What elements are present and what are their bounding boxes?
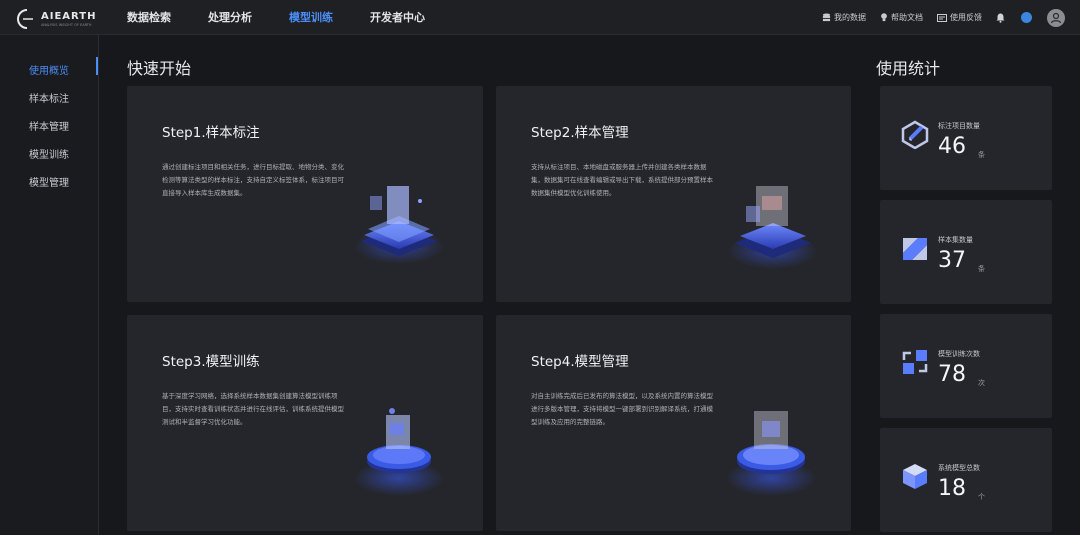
user-icon [1050, 12, 1062, 23]
main-nav: 数据检索 处理分析 模型训练 开发者中心 [127, 0, 462, 35]
sidebar-item-sample-management[interactable]: 样本管理 [29, 118, 69, 133]
step4-title: Step4.模型管理 [531, 354, 629, 370]
step4-description: 对自主训练完成后已发布的算法模型，以及系统内置的算法模型进行多版本管理，支持将模… [531, 392, 713, 426]
sample-set-icon [903, 238, 927, 260]
stat-label: 样本集数量 [938, 236, 973, 244]
step3-title: Step3.模型训练 [162, 354, 260, 370]
feedback-link[interactable]: 使用反馈 [937, 12, 982, 23]
nav-analysis[interactable]: 处理分析 [208, 0, 252, 35]
lightbulb-icon [881, 13, 887, 22]
language-globe-icon[interactable] [1021, 12, 1032, 23]
step2-description: 支持从标注项目、本地磁盘或服务器上传并创建各类样本数据集，数据集可在线查看编辑或… [531, 163, 713, 197]
nav-data-search[interactable]: 数据检索 [127, 0, 171, 35]
sidebar: 使用概览 样本标注 样本管理 模型训练 模型管理 [0, 35, 99, 535]
model-management-illustration-icon [726, 411, 816, 496]
stat-value: 46 [938, 134, 966, 159]
sample-management-illustration-icon [728, 186, 818, 269]
stat-label: 模型训练次数 [938, 350, 980, 358]
help-docs-label: 帮助文档 [891, 13, 923, 22]
step2-card[interactable]: Step2.样本管理 支持从标注项目、本地磁盘或服务器上传并创建各类样本数据集，… [496, 86, 851, 302]
my-data-link[interactable]: 我的数据 [822, 12, 866, 23]
step3-description: 基于深度学习网络，选择系统样本数据集创建算法模型训练项目，支持实时查看训练状态并… [162, 392, 344, 426]
nav-developer-center[interactable]: 开发者中心 [370, 0, 425, 35]
quickstart-title: 快速开始 [127, 59, 192, 78]
stat-label: 系统模型总数 [938, 464, 980, 472]
step1-card[interactable]: Step1.样本标注 通过创建标注项目和相关任务，进行目标提取、地物分类、变化检… [127, 86, 483, 302]
stat-card-sample-set: 样本集数量 37 条 [880, 200, 1052, 304]
sidebar-item-annotation[interactable]: 样本标注 [29, 90, 69, 105]
logo-subtitle: ANALYSIS INSIGHT OF EARTH [41, 23, 92, 27]
sidebar-active-indicator [96, 57, 98, 75]
user-avatar[interactable] [1047, 8, 1065, 27]
annotation-illustration-icon [354, 186, 444, 264]
stat-unit: 条 [978, 265, 985, 273]
database-icon [822, 13, 831, 22]
my-data-label: 我的数据 [834, 13, 866, 22]
stat-card-system-models: 系统模型总数 18 个 [880, 428, 1052, 532]
feedback-label: 使用反馈 [950, 13, 982, 22]
step1-description: 通过创建标注项目和相关任务，进行目标提取、地物分类、变化检测等算法类型的样本标注… [162, 163, 344, 197]
step3-card[interactable]: Step3.模型训练 基于深度学习网络，选择系统样本数据集创建算法模型训练项目，… [127, 315, 483, 531]
sidebar-item-model-training[interactable]: 模型训练 [29, 146, 69, 161]
stat-card-training: 模型训练次数 78 次 [880, 314, 1052, 418]
stat-unit: 条 [978, 151, 985, 159]
stat-unit: 个 [978, 493, 985, 501]
stat-unit: 次 [978, 379, 985, 387]
help-docs-link[interactable]: 帮助文档 [880, 12, 923, 23]
model-cube-icon [903, 464, 927, 489]
sidebar-item-model-management[interactable]: 模型管理 [29, 174, 69, 189]
stat-card-annotation: 标注项目数量 46 条 [880, 86, 1052, 190]
aiearth-logo[interactable]: AIEARTH ANALYSIS INSIGHT OF EARTH [13, 8, 95, 30]
header-actions: 我的数据 帮助文档 使用反馈 [822, 0, 1080, 35]
logo-mark-icon [17, 9, 33, 29]
step2-title: Step2.样本管理 [531, 125, 629, 141]
stat-value: 78 [938, 362, 966, 387]
top-navigation-bar: AIEARTH ANALYSIS INSIGHT OF EARTH 数据检索 处… [0, 0, 1080, 35]
stat-label: 标注项目数量 [938, 122, 980, 130]
nav-model-training[interactable]: 模型训练 [289, 0, 333, 35]
training-cycle-icon [902, 350, 928, 374]
stat-value: 18 [938, 476, 966, 501]
stats-title: 使用统计 [876, 59, 941, 78]
notification-bell-icon[interactable] [996, 8, 1005, 27]
annotation-icon [901, 120, 929, 149]
logo-text: AIEARTH [41, 11, 97, 22]
step4-card[interactable]: Step4.模型管理 对自主训练完成后已发布的算法模型，以及系统内置的算法模型进… [496, 315, 851, 531]
feedback-icon [937, 13, 947, 22]
stat-value: 37 [938, 248, 966, 273]
step1-title: Step1.样本标注 [162, 125, 260, 141]
sidebar-item-overview[interactable]: 使用概览 [29, 62, 69, 77]
model-training-illustration-icon [354, 408, 444, 496]
